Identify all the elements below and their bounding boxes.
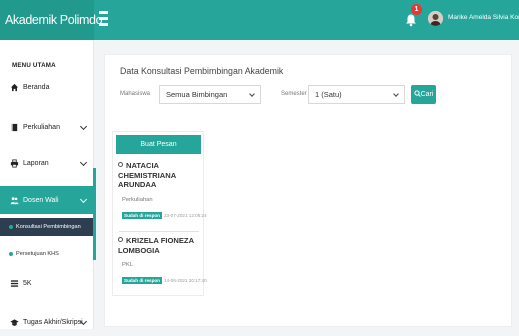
status-badge: Sudah di respon [122, 277, 162, 284]
consultation-category: PKL [122, 262, 133, 268]
list-item[interactable]: KRIZELA FIONEZA LOMBOGIA PKL Sudah di re… [116, 236, 207, 284]
new-message-button[interactable]: Buat Pesan [116, 135, 201, 154]
active-indicator [93, 168, 96, 260]
bell-icon[interactable] [404, 13, 418, 27]
mahasiswa-label: Mahasiswa [120, 91, 151, 97]
sidebar-item-beranda[interactable]: Beranda [0, 73, 94, 101]
book-icon [11, 123, 18, 131]
top-navbar: Akademik Polimdo 1 Marike Amelda Silvia … [0, 0, 519, 40]
search-button-label: Cari [420, 91, 434, 98]
sidebar-item-5k[interactable]: 5K [0, 269, 94, 297]
semester-select[interactable]: 1 (Satu) [308, 85, 405, 104]
consultation-timestamp: 14-06-2021 20:17:40 [164, 278, 207, 283]
sidebar: MENU UTAMA Beranda Perkuliahan Laporan D… [0, 40, 96, 329]
semester-select-value: 1 (Satu) [315, 90, 342, 99]
app-title[interactable]: Akademik Polimdo [0, 0, 103, 40]
status-badge: Sudah di respon [122, 211, 162, 219]
sidebar-item-label: Dosen Wali [23, 196, 59, 204]
sidebar-item-laporan[interactable]: Laporan [0, 149, 94, 177]
sidebar-subitem-konsultasi[interactable]: Konsultasi Pembimbingan [0, 218, 94, 236]
sidebar-item-tugas-akhir[interactable]: Tugas Akhir/Skripsi [0, 308, 94, 336]
chevron-down-icon [393, 91, 399, 97]
semester-label: Semester [281, 91, 307, 97]
avatar[interactable] [428, 11, 443, 26]
sidebar-item-label: Perkuliahan [23, 123, 60, 131]
users-icon [10, 196, 19, 204]
divider [119, 231, 199, 232]
consultation-list: Buat Pesan NATACIA CHEMISTRIANA ARUNDAA … [112, 131, 207, 296]
menu-toggle-icon[interactable] [99, 11, 108, 28]
consultation-meta: Sudah di respon 14-06-2021 20:17:40 [116, 277, 207, 284]
notification-badge: 1 [411, 4, 422, 15]
sidebar-subitem-persetujuan-khs[interactable]: Persetujuan KHS [0, 245, 94, 263]
printer-icon [10, 158, 19, 168]
sidebar-item-label: Tugas Akhir/Skripsi [23, 318, 83, 326]
user-name[interactable]: Marike Amelda Silvia Kondoj, SST.,MT [448, 14, 519, 21]
graduation-cap-icon [10, 318, 19, 326]
chevron-down-icon [79, 158, 88, 167]
sidebar-item-label: Beranda [23, 83, 50, 91]
search-icon [413, 90, 421, 97]
main-card: Data Konsultasi Pembimbingan Akademik Ma… [104, 54, 512, 327]
consultation-timestamp: 23-07-2021 12:06:24 [164, 212, 207, 218]
circle-icon [118, 237, 123, 242]
search-button[interactable]: Cari [411, 85, 436, 104]
sidebar-item-perkuliahan[interactable]: Perkuliahan [0, 113, 94, 141]
consultation-category: Perkuliahan [122, 196, 153, 203]
sidebar-item-dosen-wali[interactable]: Dosen Wali [0, 186, 94, 214]
list-icon [10, 279, 19, 287]
consultation-student-name: KRIZELA FIONEZA LOMBOGIA [118, 236, 194, 255]
circle-icon [118, 162, 123, 167]
mahasiswa-select-value: Semua Bimbingan [166, 90, 228, 99]
consultation-student-name: NATACIA CHEMISTRIANA ARUNDAA [118, 161, 176, 189]
sidebar-item-label: 5K [23, 279, 32, 287]
sidebar-item-label: Laporan [23, 159, 49, 167]
chevron-down-icon [79, 195, 88, 204]
chevron-down-icon [249, 91, 255, 97]
chevron-down-icon [79, 122, 88, 131]
mahasiswa-select[interactable]: Semua Bimbingan [159, 85, 261, 104]
page-title: Data Konsultasi Pembimbingan Akademik [120, 66, 284, 76]
sidebar-section-title: MENU UTAMA [12, 62, 56, 69]
consultation-meta: Sudah di respon 23-07-2021 12:06:24 [116, 211, 207, 219]
home-icon [10, 83, 19, 91]
list-item[interactable]: NATACIA CHEMISTRIANA ARUNDAA Perkuliahan… [116, 161, 207, 219]
